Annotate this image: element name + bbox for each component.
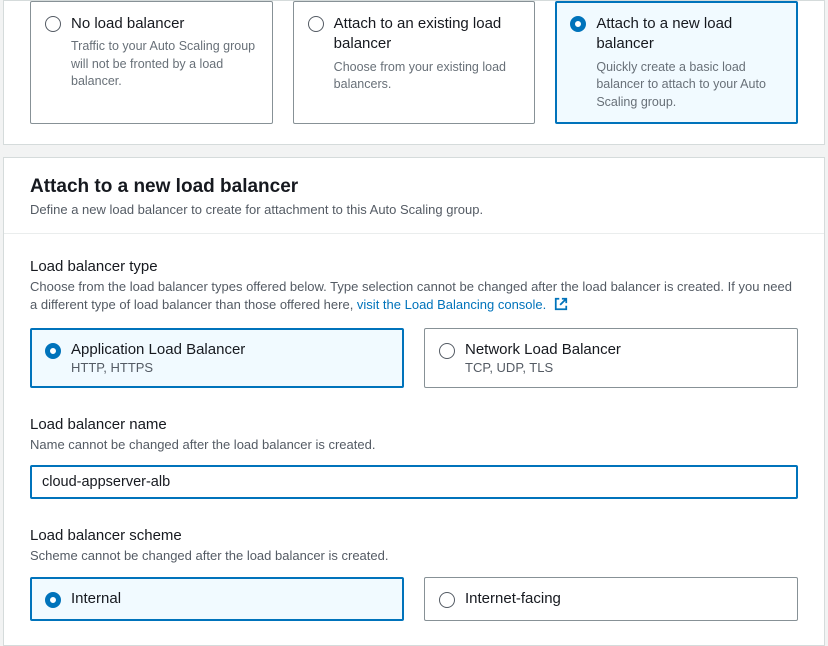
section-subheading: Define a new load balancer to create for… [30, 202, 798, 217]
new-lb-panel: Attach to a new load balancer Define a n… [3, 157, 825, 646]
lb-scheme-internet-facing[interactable]: Internet-facing [424, 577, 798, 621]
lb-scheme-desc: Scheme cannot be changed after the load … [30, 547, 798, 565]
lb-name-input[interactable] [30, 465, 798, 499]
lb-type-network[interactable]: Network Load Balancer TCP, UDP, TLS [424, 328, 798, 388]
lb-scheme-options: Internal Internet-facing [30, 577, 798, 621]
lb-name-label: Load balancer name [30, 416, 798, 433]
lb-scheme-title: Internet-facing [465, 590, 561, 607]
option-desc: Quickly create a basic load balancer to … [596, 59, 783, 112]
option-no-load-balancer[interactable]: No load balancer Traffic to your Auto Sc… [30, 1, 273, 124]
lb-scheme-label: Load balancer scheme [30, 527, 798, 544]
lb-scheme-title: Internal [71, 590, 121, 607]
lb-type-sub: HTTP, HTTPS [71, 360, 245, 375]
lb-console-link[interactable]: visit the Load Balancing console. [357, 297, 568, 312]
lb-console-link-text: visit the Load Balancing console. [357, 297, 546, 312]
lb-type-desc: Choose from the load balancer types offe… [30, 278, 798, 316]
lb-type-title: Network Load Balancer [465, 341, 621, 358]
load-balancer-choice-panel: No load balancer Traffic to your Auto Sc… [3, 0, 825, 145]
option-title: No load balancer [71, 14, 258, 34]
lb-name-desc: Name cannot be changed after the load ba… [30, 436, 798, 454]
lb-choice-options: No load balancer Traffic to your Auto Sc… [4, 1, 824, 144]
radio-icon [45, 592, 61, 608]
option-desc: Traffic to your Auto Scaling group will … [71, 38, 258, 91]
option-title: Attach to a new load balancer [596, 14, 783, 55]
lb-scheme-internal[interactable]: Internal [30, 577, 404, 621]
lb-type-sub: TCP, UDP, TLS [465, 360, 621, 375]
section-body: Load balancer type Choose from the load … [4, 234, 824, 645]
radio-icon [570, 16, 586, 32]
radio-icon [45, 16, 61, 32]
section-heading: Attach to a new load balancer [30, 176, 798, 198]
option-desc: Choose from your existing load balancers… [334, 59, 521, 94]
radio-icon [439, 343, 455, 359]
option-attach-existing-lb[interactable]: Attach to an existing load balancer Choo… [293, 1, 536, 124]
lb-type-label: Load balancer type [30, 258, 798, 275]
radio-icon [308, 16, 324, 32]
external-link-icon [554, 297, 568, 316]
radio-icon [45, 343, 61, 359]
radio-icon [439, 592, 455, 608]
section-header: Attach to a new load balancer Define a n… [4, 158, 824, 234]
option-attach-new-lb[interactable]: Attach to a new load balancer Quickly cr… [555, 1, 798, 124]
lb-type-options: Application Load Balancer HTTP, HTTPS Ne… [30, 328, 798, 388]
lb-type-application[interactable]: Application Load Balancer HTTP, HTTPS [30, 328, 404, 388]
option-title: Attach to an existing load balancer [334, 14, 521, 55]
panel-gap [0, 145, 828, 157]
lb-type-title: Application Load Balancer [71, 341, 245, 358]
